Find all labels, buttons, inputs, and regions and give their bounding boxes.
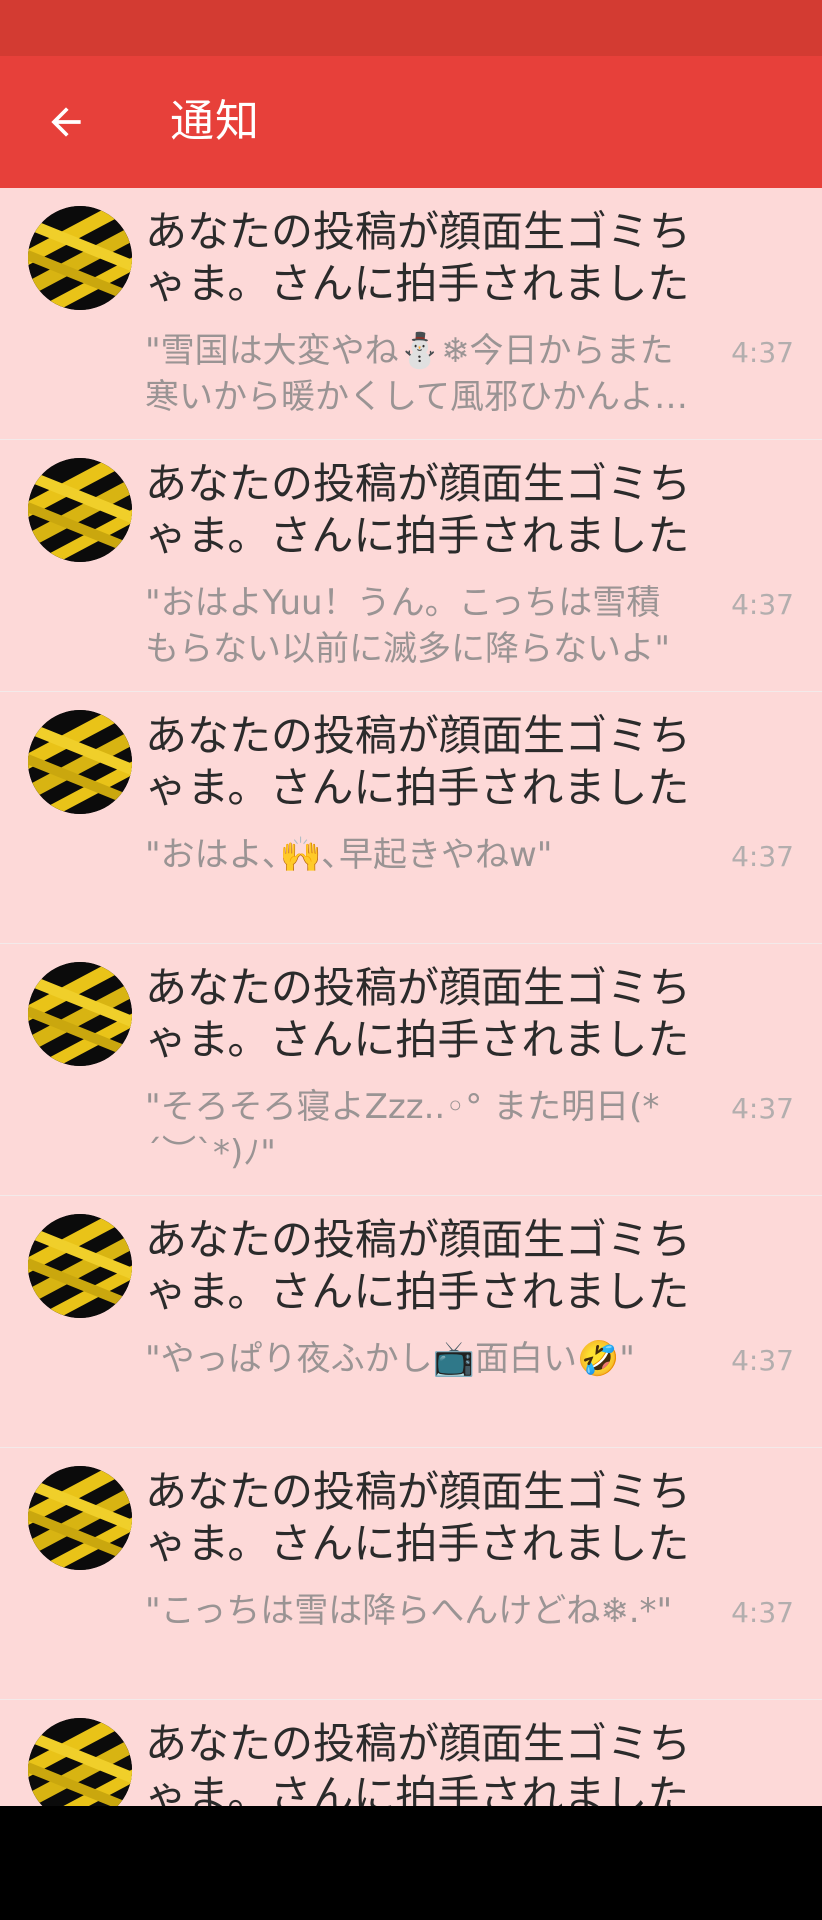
notification-body: "こっちは雪は降らへんけどね❄.*"	[145, 1591, 673, 1631]
app-bar: 通知	[0, 56, 822, 188]
notification-title: あなたの投稿が顔面生ゴミちゃま。さんに拍手されました	[145, 459, 692, 560]
notification-time: 4:37	[731, 840, 794, 873]
notification-body: "おはよYuu！うん。こっちは雪積もらない以前に滅多に降らないよ"	[145, 583, 670, 669]
notification-list[interactable]: あなたの投稿が顔面生ゴミちゃま。さんに拍手されました "雪国は大変やね⛄❄今日か…	[0, 188, 822, 1806]
notification-time: 4:37	[731, 336, 794, 369]
page-title: 通知	[170, 96, 260, 147]
notification-title: あなたの投稿が顔面生ゴミちゃま。さんに拍手されました	[145, 963, 692, 1064]
avatar[interactable]	[28, 458, 132, 562]
notification-item[interactable]: あなたの投稿が顔面生ゴミちゃま。さんに拍手されました	[0, 1700, 822, 1806]
avatar[interactable]	[28, 1718, 132, 1806]
notification-item[interactable]: あなたの投稿が顔面生ゴミちゃま。さんに拍手されました "こっちは雪は降らへんけど…	[0, 1448, 822, 1700]
avatar[interactable]	[28, 710, 132, 814]
notification-item[interactable]: あなたの投稿が顔面生ゴミちゃま。さんに拍手されました "雪国は大変やね⛄❄今日か…	[0, 188, 822, 440]
status-bar	[0, 0, 822, 56]
notification-item[interactable]: あなたの投稿が顔面生ゴミちゃま。さんに拍手されました "そろそろ寝よZzz..◦…	[0, 944, 822, 1196]
notification-time: 4:37	[731, 1092, 794, 1125]
warning-tape-avatar-icon	[28, 458, 132, 562]
warning-tape-avatar-icon	[28, 710, 132, 814]
notification-body: "雪国は大変やね⛄❄今日からまた寒いから暖かくして風邪ひかんようにね"	[145, 331, 688, 417]
warning-tape-avatar-icon	[28, 1718, 132, 1806]
notification-time: 4:37	[731, 1344, 794, 1377]
warning-tape-avatar-icon	[28, 1214, 132, 1318]
notification-title: あなたの投稿が顔面生ゴミちゃま。さんに拍手されました	[145, 1719, 692, 1806]
notification-title: あなたの投稿が顔面生ゴミちゃま。さんに拍手されました	[145, 711, 692, 812]
notification-body: "おはよ､🙌､早起きやねw"	[145, 835, 553, 875]
notification-title: あなたの投稿が顔面生ゴミちゃま。さんに拍手されました	[145, 1215, 692, 1316]
notification-body: "やっぱり夜ふかし📺面白い🤣"	[145, 1339, 635, 1379]
notification-item[interactable]: あなたの投稿が顔面生ゴミちゃま。さんに拍手されました "おはよ､🙌､早起きやねw…	[0, 692, 822, 944]
notification-body: "そろそろ寝よZzz..◦° また明日(*´︶`*)ﾉ"	[145, 1087, 660, 1173]
notification-item[interactable]: あなたの投稿が顔面生ゴミちゃま。さんに拍手されました "おはよYuu！うん。こっ…	[0, 440, 822, 692]
avatar[interactable]	[28, 1214, 132, 1318]
arrow-left-icon	[51, 107, 81, 137]
notification-time: 4:37	[731, 1596, 794, 1629]
back-button[interactable]	[30, 86, 102, 158]
notification-title: あなたの投稿が顔面生ゴミちゃま。さんに拍手されました	[145, 207, 692, 308]
notification-title: あなたの投稿が顔面生ゴミちゃま。さんに拍手されました	[145, 1467, 692, 1568]
avatar[interactable]	[28, 1466, 132, 1570]
avatar[interactable]	[28, 962, 132, 1066]
system-nav-bar	[0, 1806, 822, 1920]
warning-tape-avatar-icon	[28, 206, 132, 310]
notification-time: 4:37	[731, 588, 794, 621]
warning-tape-avatar-icon	[28, 1466, 132, 1570]
warning-tape-avatar-icon	[28, 962, 132, 1066]
notification-item[interactable]: あなたの投稿が顔面生ゴミちゃま。さんに拍手されました "やっぱり夜ふかし📺面白い…	[0, 1196, 822, 1448]
avatar[interactable]	[28, 206, 132, 310]
